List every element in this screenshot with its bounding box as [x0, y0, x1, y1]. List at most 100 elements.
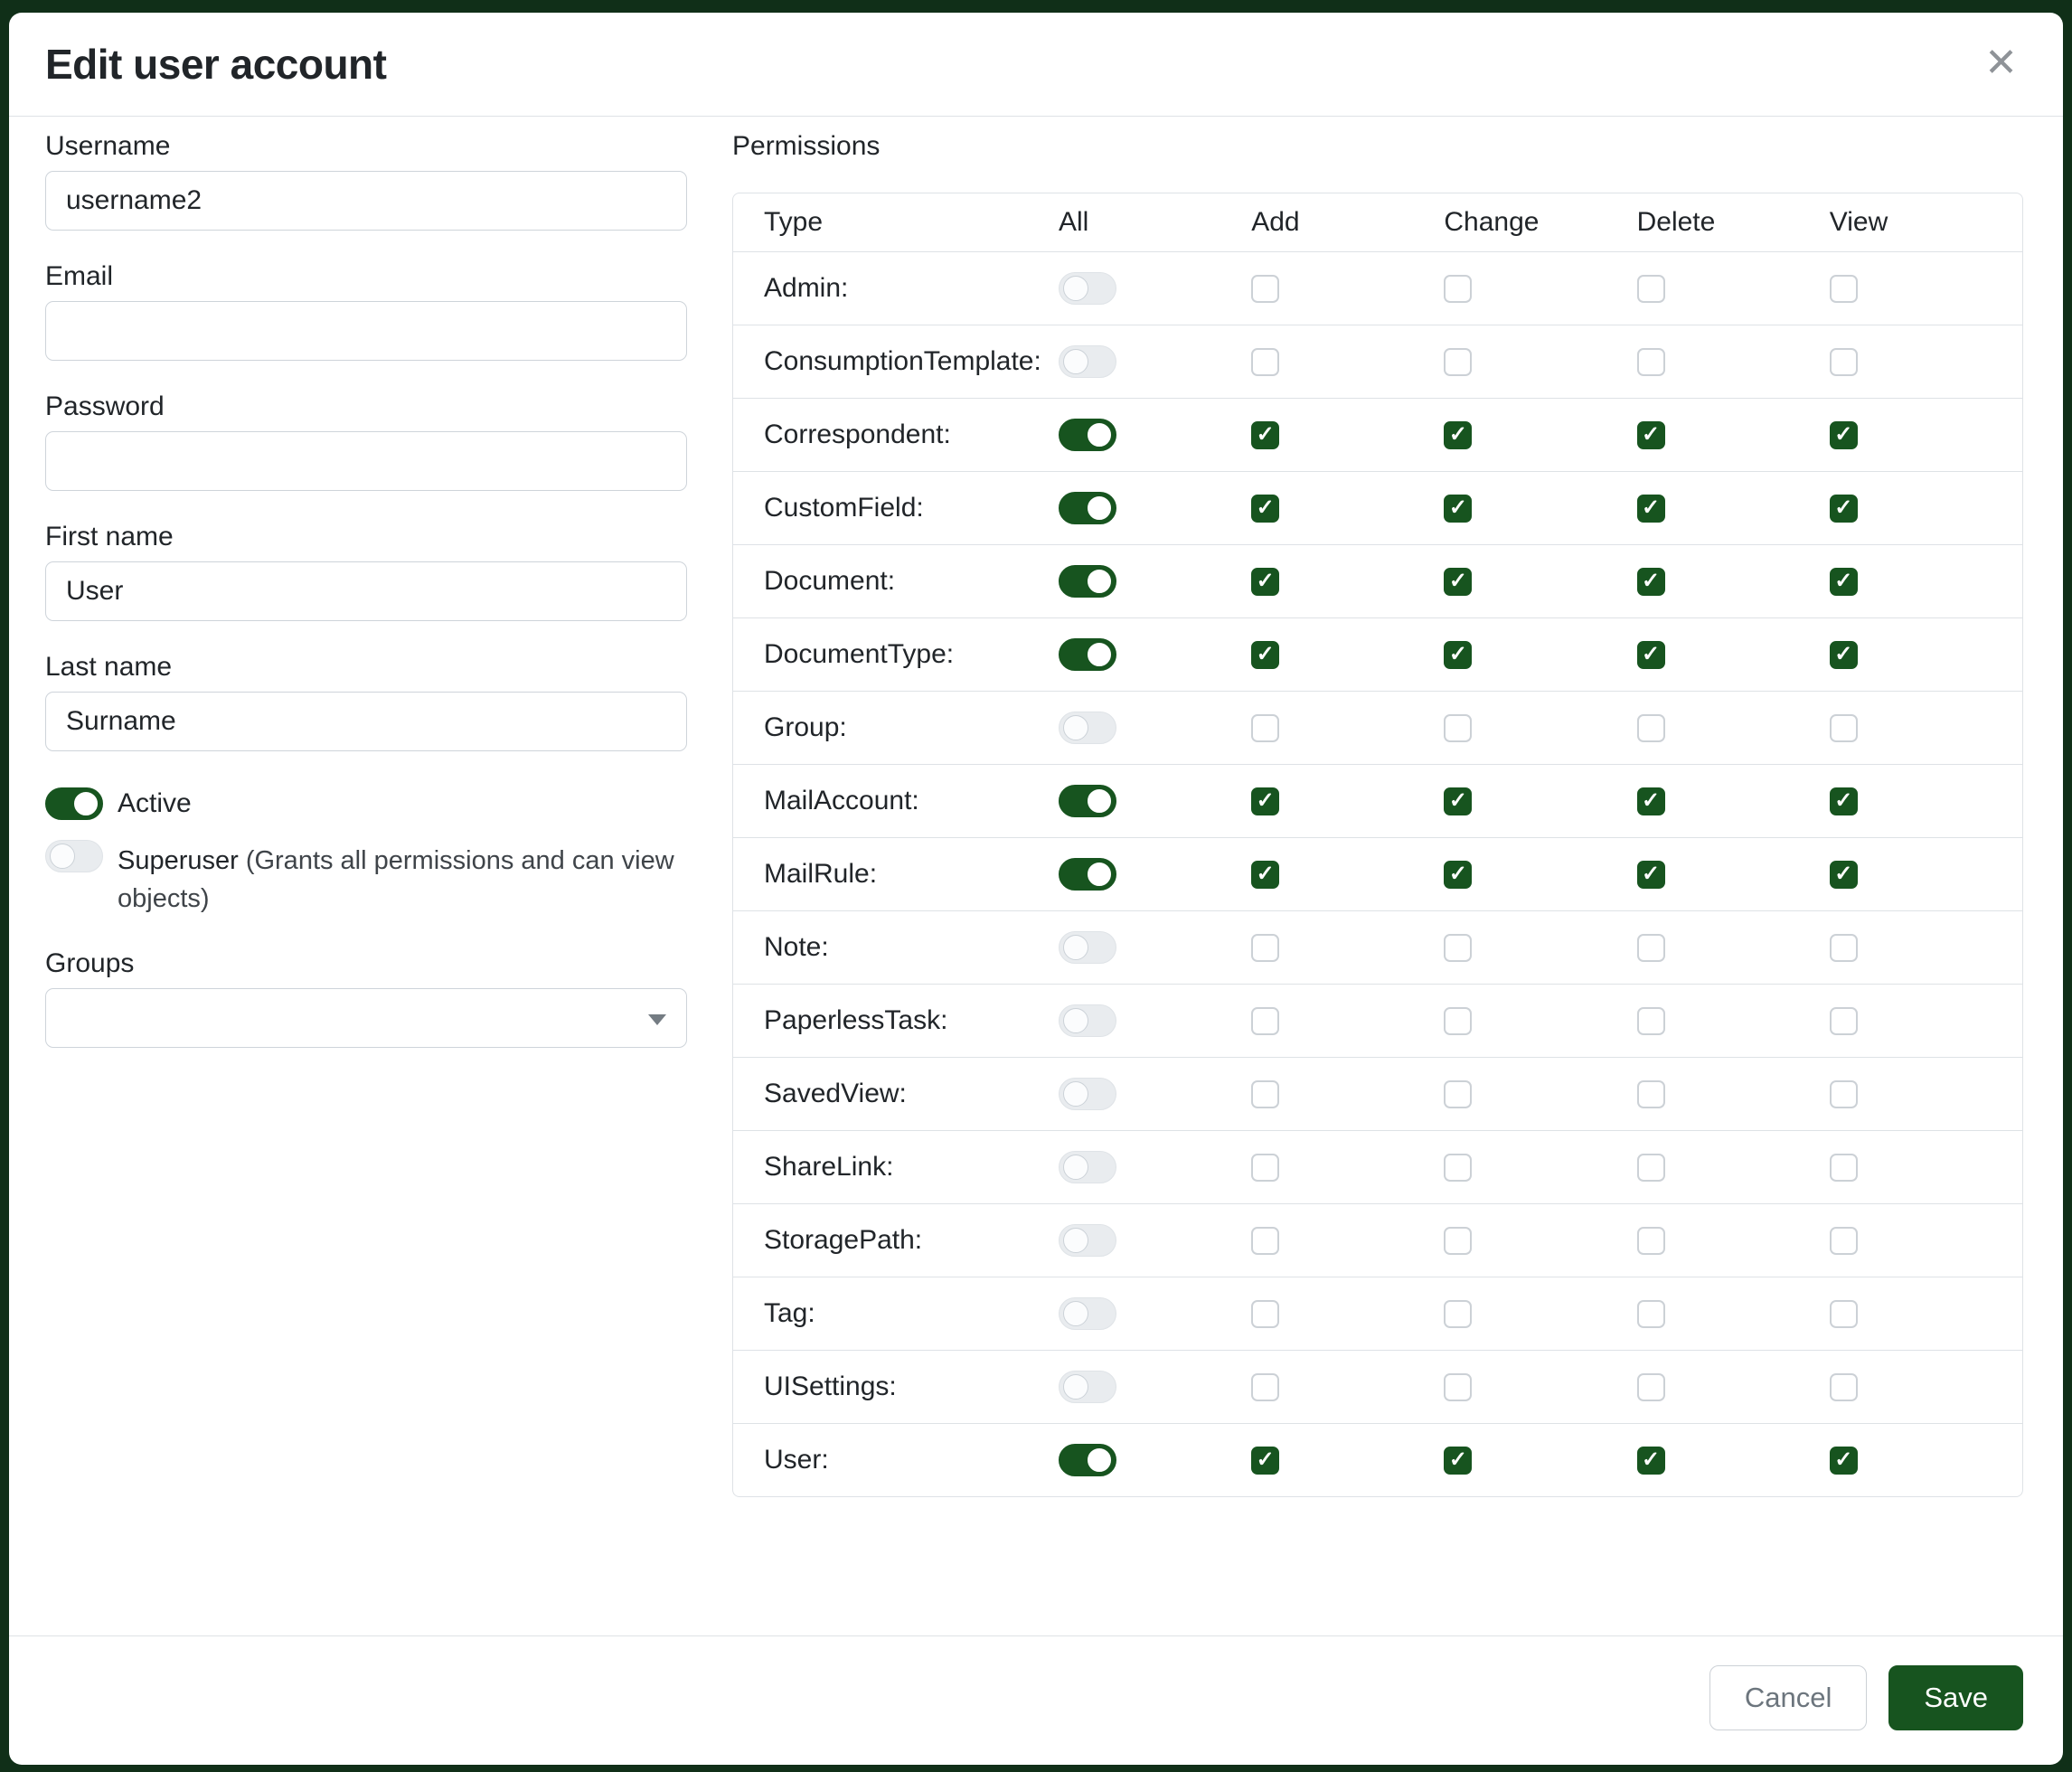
permission-checkbox-delete[interactable]	[1637, 1447, 1665, 1475]
active-toggle[interactable]	[45, 787, 103, 820]
permission-checkbox-change[interactable]	[1444, 861, 1472, 889]
permission-type-label: MailRule:	[733, 859, 1059, 890]
permission-all-toggle[interactable]	[1059, 565, 1116, 598]
modal-title: Edit user account	[45, 40, 386, 89]
permission-type-label: MailAccount:	[733, 786, 1059, 816]
permission-checkbox-view[interactable]	[1830, 787, 1858, 815]
first-name-input[interactable]	[45, 561, 687, 621]
permission-all-toggle[interactable]	[1059, 345, 1116, 378]
permission-checkbox-view[interactable]	[1830, 1447, 1858, 1475]
permission-checkbox-view[interactable]	[1830, 1227, 1858, 1255]
permission-checkbox-delete[interactable]	[1637, 1300, 1665, 1328]
permission-checkbox-change[interactable]	[1444, 1227, 1472, 1255]
permission-checkbox-delete[interactable]	[1637, 1227, 1665, 1255]
permission-type-label: CustomField:	[733, 493, 1059, 523]
permission-checkbox-change[interactable]	[1444, 787, 1472, 815]
save-button[interactable]: Save	[1888, 1665, 2023, 1730]
permission-checkbox-view[interactable]	[1830, 861, 1858, 889]
permission-checkbox-change[interactable]	[1444, 1007, 1472, 1035]
permission-all-toggle[interactable]	[1059, 785, 1116, 817]
password-input[interactable]	[45, 431, 687, 491]
email-input[interactable]	[45, 301, 687, 361]
permission-checkbox-add[interactable]	[1251, 1447, 1279, 1475]
permission-checkbox-view[interactable]	[1830, 714, 1858, 742]
permission-checkbox-change[interactable]	[1444, 641, 1472, 669]
last-name-input[interactable]	[45, 692, 687, 751]
permission-all-toggle[interactable]	[1059, 1224, 1116, 1257]
permission-checkbox-delete[interactable]	[1637, 714, 1665, 742]
permission-checkbox-change[interactable]	[1444, 568, 1472, 596]
permission-checkbox-add[interactable]	[1251, 641, 1279, 669]
permission-checkbox-add[interactable]	[1251, 421, 1279, 449]
permission-checkbox-delete[interactable]	[1637, 1154, 1665, 1182]
permission-checkbox-delete[interactable]	[1637, 568, 1665, 596]
permission-checkbox-delete[interactable]	[1637, 1373, 1665, 1401]
close-icon[interactable]: ✕	[1979, 40, 2023, 87]
permission-checkbox-add[interactable]	[1251, 348, 1279, 376]
permission-checkbox-change[interactable]	[1444, 1080, 1472, 1108]
permission-checkbox-delete[interactable]	[1637, 1080, 1665, 1108]
permission-checkbox-delete[interactable]	[1637, 421, 1665, 449]
permission-checkbox-view[interactable]	[1830, 495, 1858, 523]
permission-checkbox-view[interactable]	[1830, 1154, 1858, 1182]
cancel-button[interactable]: Cancel	[1709, 1665, 1868, 1730]
permission-checkbox-view[interactable]	[1830, 934, 1858, 962]
permission-checkbox-change[interactable]	[1444, 275, 1472, 303]
permission-all-toggle[interactable]	[1059, 492, 1116, 524]
permission-all-toggle[interactable]	[1059, 1151, 1116, 1183]
permission-checkbox-add[interactable]	[1251, 1373, 1279, 1401]
permission-checkbox-add[interactable]	[1251, 568, 1279, 596]
permission-checkbox-add[interactable]	[1251, 275, 1279, 303]
permission-checkbox-add[interactable]	[1251, 1080, 1279, 1108]
permission-all-toggle[interactable]	[1059, 1078, 1116, 1110]
permission-checkbox-add[interactable]	[1251, 934, 1279, 962]
permission-checkbox-add[interactable]	[1251, 861, 1279, 889]
permission-all-toggle[interactable]	[1059, 272, 1116, 305]
permission-checkbox-delete[interactable]	[1637, 1007, 1665, 1035]
permission-all-toggle[interactable]	[1059, 712, 1116, 744]
permission-checkbox-change[interactable]	[1444, 495, 1472, 523]
permission-checkbox-delete[interactable]	[1637, 495, 1665, 523]
permission-checkbox-add[interactable]	[1251, 1227, 1279, 1255]
superuser-toggle[interactable]	[45, 840, 103, 872]
permission-checkbox-view[interactable]	[1830, 1300, 1858, 1328]
permission-checkbox-view[interactable]	[1830, 1007, 1858, 1035]
permission-all-toggle[interactable]	[1059, 638, 1116, 671]
permission-checkbox-view[interactable]	[1830, 641, 1858, 669]
permission-checkbox-delete[interactable]	[1637, 641, 1665, 669]
permission-checkbox-change[interactable]	[1444, 714, 1472, 742]
permission-checkbox-change[interactable]	[1444, 1447, 1472, 1475]
permission-checkbox-add[interactable]	[1251, 1007, 1279, 1035]
permission-checkbox-view[interactable]	[1830, 421, 1858, 449]
permission-checkbox-add[interactable]	[1251, 1154, 1279, 1182]
permission-checkbox-add[interactable]	[1251, 787, 1279, 815]
permission-all-toggle[interactable]	[1059, 1297, 1116, 1330]
permission-checkbox-add[interactable]	[1251, 714, 1279, 742]
permission-checkbox-delete[interactable]	[1637, 275, 1665, 303]
permission-checkbox-change[interactable]	[1444, 934, 1472, 962]
permission-checkbox-view[interactable]	[1830, 1373, 1858, 1401]
permission-all-toggle[interactable]	[1059, 419, 1116, 451]
permission-all-toggle[interactable]	[1059, 858, 1116, 891]
permission-checkbox-change[interactable]	[1444, 1300, 1472, 1328]
permission-checkbox-change[interactable]	[1444, 348, 1472, 376]
permission-all-toggle[interactable]	[1059, 1004, 1116, 1037]
username-input[interactable]	[45, 171, 687, 231]
permission-checkbox-delete[interactable]	[1637, 787, 1665, 815]
permission-checkbox-change[interactable]	[1444, 1373, 1472, 1401]
permission-checkbox-add[interactable]	[1251, 1300, 1279, 1328]
permission-checkbox-view[interactable]	[1830, 348, 1858, 376]
permission-checkbox-change[interactable]	[1444, 421, 1472, 449]
permission-all-toggle[interactable]	[1059, 1371, 1116, 1403]
permission-checkbox-view[interactable]	[1830, 568, 1858, 596]
permission-checkbox-delete[interactable]	[1637, 861, 1665, 889]
permission-all-toggle[interactable]	[1059, 931, 1116, 964]
permission-checkbox-add[interactable]	[1251, 495, 1279, 523]
permission-all-toggle[interactable]	[1059, 1444, 1116, 1476]
permission-checkbox-delete[interactable]	[1637, 348, 1665, 376]
permission-checkbox-delete[interactable]	[1637, 934, 1665, 962]
permission-checkbox-change[interactable]	[1444, 1154, 1472, 1182]
permission-checkbox-view[interactable]	[1830, 275, 1858, 303]
permission-checkbox-view[interactable]	[1830, 1080, 1858, 1108]
groups-select[interactable]	[45, 988, 687, 1048]
